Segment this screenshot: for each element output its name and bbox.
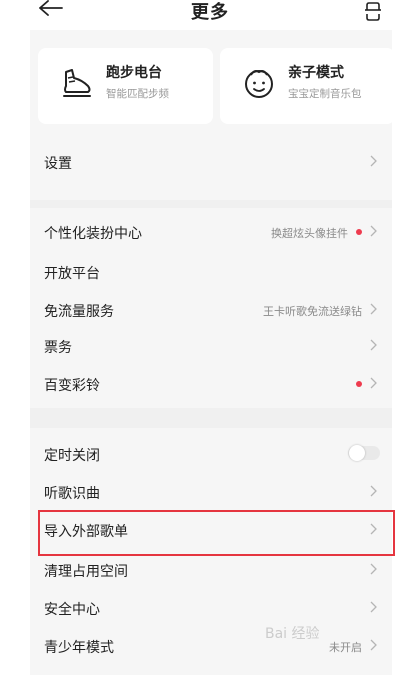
song-recognition-row[interactable]: 听歌识曲 <box>30 474 392 510</box>
row-label: 百变彩铃 <box>44 378 100 394</box>
open-platform-row[interactable]: 开放平台 <box>30 254 392 290</box>
watermark: Bai 经验 <box>265 626 320 642</box>
row-label: 定时关闭 <box>44 448 100 464</box>
row-label: 开放平台 <box>44 266 100 282</box>
baby-face-icon <box>245 70 273 98</box>
import-external-playlist-row[interactable]: 导入外部歌单 <box>30 512 392 548</box>
timer-off-toggle[interactable] <box>348 445 380 461</box>
card-subtitle: 宝宝定制音乐包 <box>288 88 362 100</box>
row-label: 听歌识曲 <box>44 486 100 502</box>
minimize-icon[interactable] <box>362 0 384 22</box>
row-value: 未开启 <box>329 641 362 654</box>
row-label: 安全中心 <box>44 602 100 618</box>
chevron-right-icon <box>370 485 377 497</box>
row-label: 清理占用空间 <box>44 564 128 580</box>
red-dot-badge <box>356 381 362 387</box>
chevron-right-icon <box>370 303 377 315</box>
chevron-right-icon <box>370 639 377 651</box>
toggle-knob <box>349 445 365 461</box>
running-radio-card[interactable]: 跑步电台 智能匹配步频 <box>38 48 213 124</box>
card-title: 亲子模式 <box>288 65 344 81</box>
timer-off-row: 定时关闭 <box>30 436 392 472</box>
tickets-row[interactable]: 票务 <box>30 328 392 364</box>
ringtone-row[interactable]: 百变彩铃 <box>30 366 392 402</box>
chevron-right-icon <box>370 601 377 613</box>
security-center-row[interactable]: 安全中心 <box>30 590 392 626</box>
running-shoe-icon <box>63 69 91 97</box>
parent-child-mode-card[interactable]: 亲子模式 宝宝定制音乐包 <box>220 48 395 124</box>
top-bar: 更多 <box>0 0 420 30</box>
settings-row[interactable]: 设置 <box>30 144 392 180</box>
row-label: 青少年模式 <box>44 640 114 656</box>
free-data-service-row[interactable]: 免流量服务 王卡听歌免流送绿钻 <box>30 292 392 328</box>
row-label: 个性化装扮中心 <box>44 226 142 242</box>
row-value: 换超炫头像挂件 <box>271 227 348 240</box>
chevron-right-icon <box>370 339 377 351</box>
section-divider <box>30 200 392 208</box>
row-label: 免流量服务 <box>44 304 114 320</box>
row-label: 导入外部歌单 <box>44 524 128 540</box>
row-value: 王卡听歌免流送绿钻 <box>263 305 362 318</box>
teen-mode-row[interactable]: 青少年模式 未开启 <box>30 628 392 664</box>
right-margin <box>392 30 420 675</box>
section-divider <box>30 408 392 428</box>
page-title: 更多 <box>191 2 229 23</box>
row-label: 票务 <box>44 340 72 356</box>
chevron-right-icon <box>370 225 377 237</box>
row-label: 设置 <box>44 156 72 172</box>
red-dot-badge <box>356 229 362 235</box>
menu-panel: 跑步电台 智能匹配步频 亲子模式 宝宝定制音乐包 设置 个性化装扮中心 换超炫头… <box>30 30 395 675</box>
chevron-right-icon <box>370 155 377 167</box>
clean-storage-row[interactable]: 清理占用空间 <box>30 552 392 588</box>
chevron-right-icon <box>370 377 377 389</box>
card-subtitle: 智能匹配步频 <box>106 88 169 100</box>
chevron-right-icon <box>370 523 377 535</box>
card-title: 跑步电台 <box>106 65 162 81</box>
personalize-center-row[interactable]: 个性化装扮中心 换超炫头像挂件 <box>30 214 392 250</box>
left-margin <box>0 30 30 675</box>
chevron-right-icon <box>370 563 377 575</box>
